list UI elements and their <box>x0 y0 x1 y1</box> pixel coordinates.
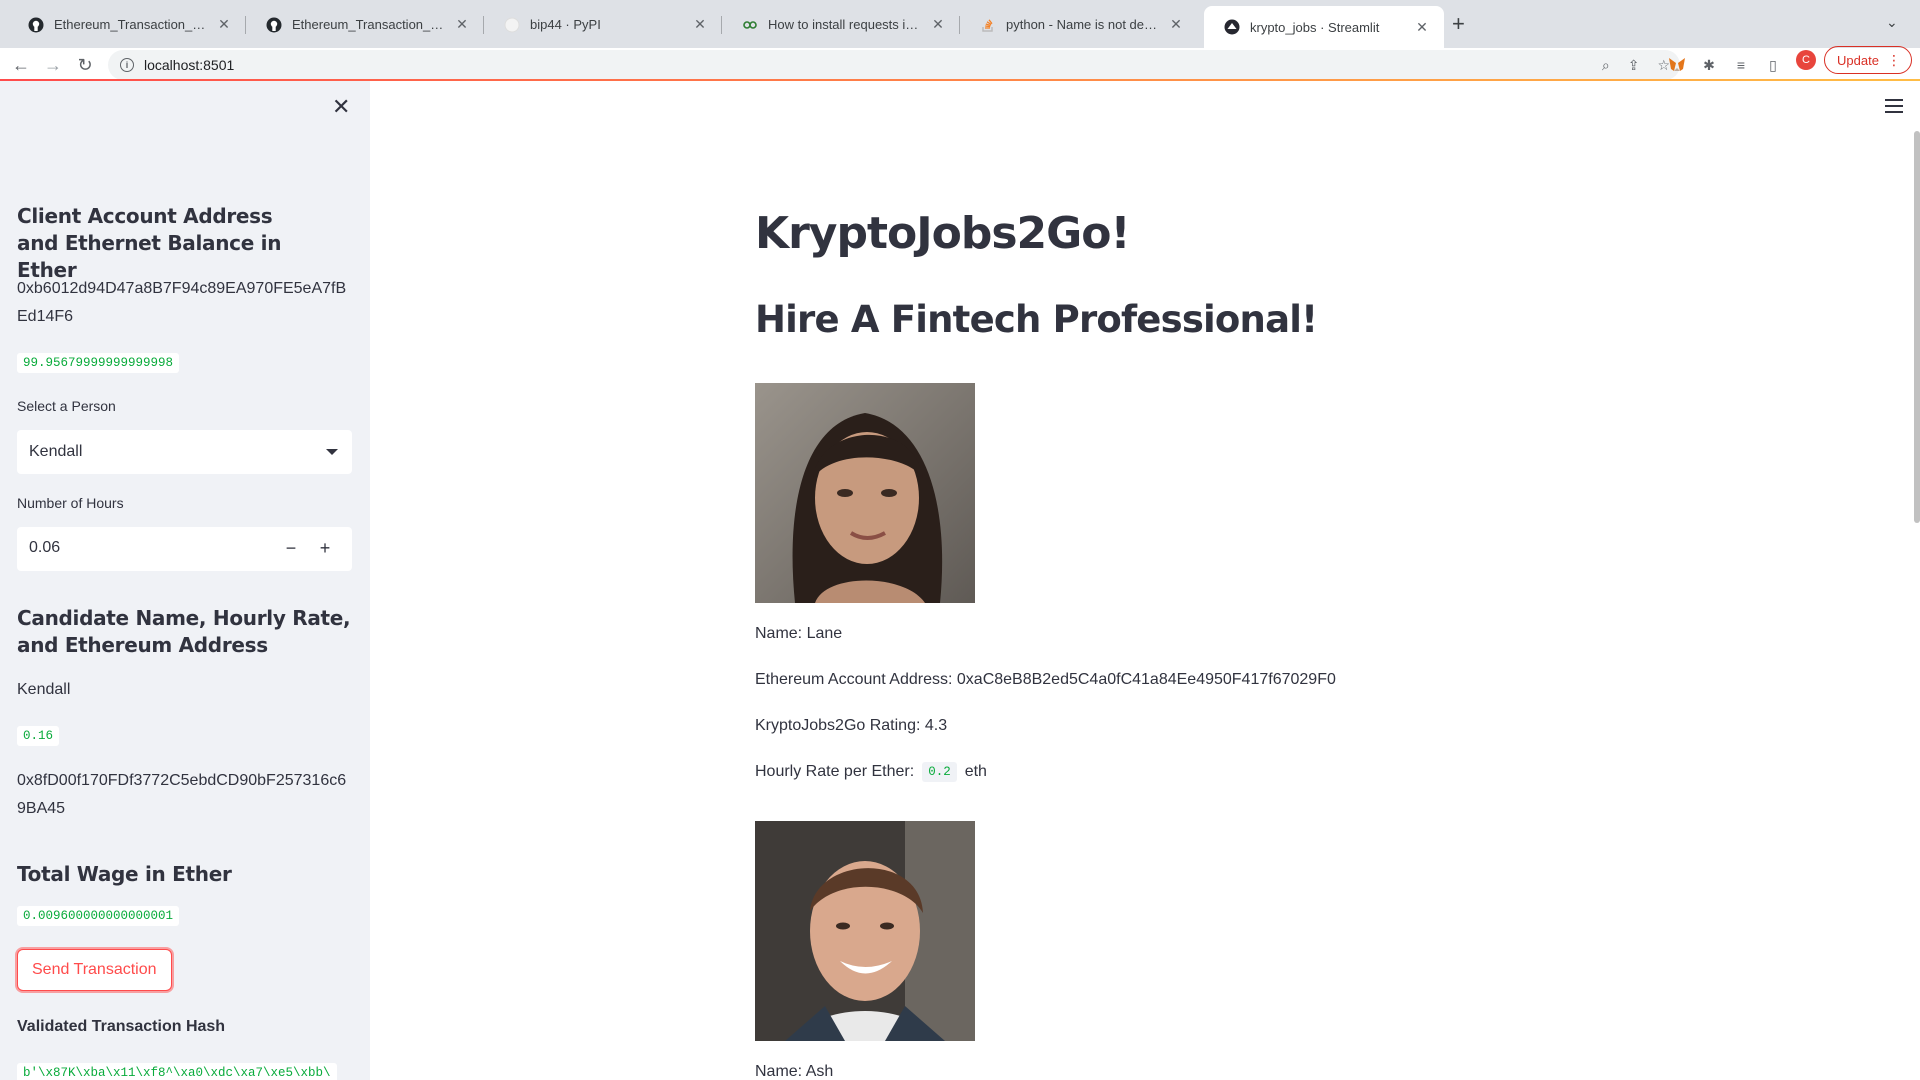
send-transaction-label: Send Transaction <box>32 961 157 978</box>
client-address: 0xb6012d94D47a8B7F94c89EA970FE5eA7fBEd14… <box>17 280 347 325</box>
wage-heading: Total Wage in Ether <box>17 862 232 886</box>
close-icon[interactable]: ✕ <box>930 16 946 33</box>
browser-tab[interactable]: python - Name is not defined s ✕ <box>960 9 1198 40</box>
link-icon <box>742 17 758 33</box>
info-icon[interactable]: i <box>120 58 134 72</box>
update-label: Update <box>1837 52 1879 68</box>
select-person-label: Select a Person <box>17 398 116 414</box>
puzzle-extensions-icon[interactable]: ✱ <box>1700 56 1718 74</box>
update-button[interactable]: Update ⋮ <box>1824 46 1912 74</box>
github-icon <box>266 17 282 33</box>
rate-suffix: eth <box>964 763 987 780</box>
github-icon <box>28 17 44 33</box>
side-panel-icon[interactable]: ▯ <box>1764 56 1782 74</box>
hours-label: Number of Hours <box>17 495 124 511</box>
avatar[interactable]: C <box>1796 50 1816 70</box>
minus-icon[interactable]: − <box>280 537 302 559</box>
rate-prefix: Hourly Rate per Ether: <box>755 763 915 780</box>
page-title: KryptoJobs2Go! <box>755 208 1131 259</box>
client-balance: 99.95679999999999998 <box>17 353 180 373</box>
close-icon[interactable]: ✕ <box>1168 16 1184 33</box>
zoom-icon[interactable]: ⌕ <box>1602 57 1610 74</box>
rate-value: 0.2 <box>922 762 957 782</box>
browser-tab[interactable]: How to install requests in Pyth ✕ <box>722 9 960 40</box>
back-arrow-icon[interactable]: ← <box>8 52 34 78</box>
metamask-icon[interactable] <box>1668 56 1686 74</box>
candidate-name-line: Name: Lane <box>755 625 843 642</box>
wage-value: 0.009600000000000001 <box>17 906 180 926</box>
browser-toolbar: ← → ↻ i localhost:8501 ⌕ ⇪ ☆ ✱ ≡ ▯ <box>0 48 1920 82</box>
person-select[interactable]: Kendall <box>17 430 352 474</box>
candidate-photo <box>755 821 975 1041</box>
browser-tab[interactable]: Ethereum_Transaction_App/cr ✕ <box>246 9 484 40</box>
browser-tab[interactable]: Ethereum_Transaction_App/kr ✕ <box>8 9 246 40</box>
sidebar: ✕ Client Account Address and Ethernet Ba… <box>0 81 370 1080</box>
hours-value[interactable]: 0.06 <box>29 539 60 557</box>
main-content: KryptoJobs2Go! Hire A Fintech Profession… <box>370 81 1920 1080</box>
selected-person: Kendall <box>29 443 83 460</box>
hamburger-menu-icon[interactable] <box>1885 99 1903 117</box>
candidate-address: 0x8fD00f170FDf3772C5ebdCD90bF257316c69BA… <box>17 772 347 817</box>
candidate-rate-line: Hourly Rate per Ether: 0.2 eth <box>755 762 987 782</box>
browser-tab-active[interactable]: krypto_jobs · Streamlit ✕ <box>1204 6 1444 48</box>
scrollbar[interactable] <box>1914 131 1920 523</box>
close-icon[interactable]: ✕ <box>692 16 708 33</box>
tab-title: Ethereum_Transaction_App/kr <box>54 17 208 32</box>
stackoverflow-icon <box>980 17 996 33</box>
candidate-photo <box>755 383 975 603</box>
tab-title: bip44 · PyPI <box>530 17 601 32</box>
close-icon[interactable]: ✕ <box>454 16 470 33</box>
page-subtitle: Hire A Fintech Professional! <box>755 298 1318 341</box>
candidate-rate: 0.16 <box>17 726 60 746</box>
new-tab-icon[interactable]: + <box>1452 13 1465 35</box>
plus-icon[interactable]: + <box>314 537 336 559</box>
reading-list-icon[interactable]: ≡ <box>1732 56 1750 74</box>
client-heading: Client Account Address and Ethernet Bala… <box>17 204 282 282</box>
transaction-hash: b'\x87K\xba\x11\xf8^\xa0\xdc\xa7\xe5\xbb… <box>17 1063 337 1080</box>
send-transaction-button[interactable]: Send Transaction <box>17 949 172 991</box>
address-bar[interactable]: i localhost:8501 ⌕ ⇪ ☆ <box>108 50 1680 80</box>
candidate-name-line: Name: Ash <box>755 1063 834 1080</box>
share-icon[interactable]: ⇪ <box>1628 57 1640 74</box>
forward-arrow-icon[interactable]: → <box>40 52 66 78</box>
chevron-down-icon[interactable]: ⌄ <box>1886 14 1898 31</box>
close-sidebar-icon[interactable]: ✕ <box>332 96 350 118</box>
tab-title: krypto_jobs · Streamlit <box>1250 19 1380 35</box>
tab-title: Ethereum_Transaction_App/cr <box>292 17 446 32</box>
tab-title: python - Name is not defined s <box>1006 17 1160 32</box>
candidate-name: Kendall <box>17 681 71 698</box>
url-text: localhost:8501 <box>144 57 235 73</box>
close-icon[interactable]: ✕ <box>1414 19 1430 36</box>
kebab-menu-icon[interactable]: ⋮ <box>1887 51 1901 69</box>
caret-down-icon <box>326 449 338 455</box>
browser-tab-bar: Ethereum_Transaction_App/kr ✕ Ethereum_T… <box>0 0 1920 48</box>
candidate-heading: Candidate Name, Hourly Rate, and Ethereu… <box>17 606 351 657</box>
tab-title: How to install requests in Pyth <box>768 17 922 32</box>
browser-tab[interactable]: bip44 · PyPI ✕ <box>484 9 722 40</box>
streamlit-icon <box>1224 19 1240 35</box>
pypi-icon <box>504 17 520 33</box>
candidate-address-line: Ethereum Account Address: 0xaC8eB8B2ed5C… <box>755 671 1336 688</box>
close-icon[interactable]: ✕ <box>216 16 232 33</box>
hash-heading: Validated Transaction Hash <box>17 1018 226 1035</box>
hours-number-input[interactable]: 0.06 − + <box>17 527 352 571</box>
candidate-rating-line: KryptoJobs2Go Rating: 4.3 <box>755 717 948 734</box>
reload-icon[interactable]: ↻ <box>72 52 98 78</box>
